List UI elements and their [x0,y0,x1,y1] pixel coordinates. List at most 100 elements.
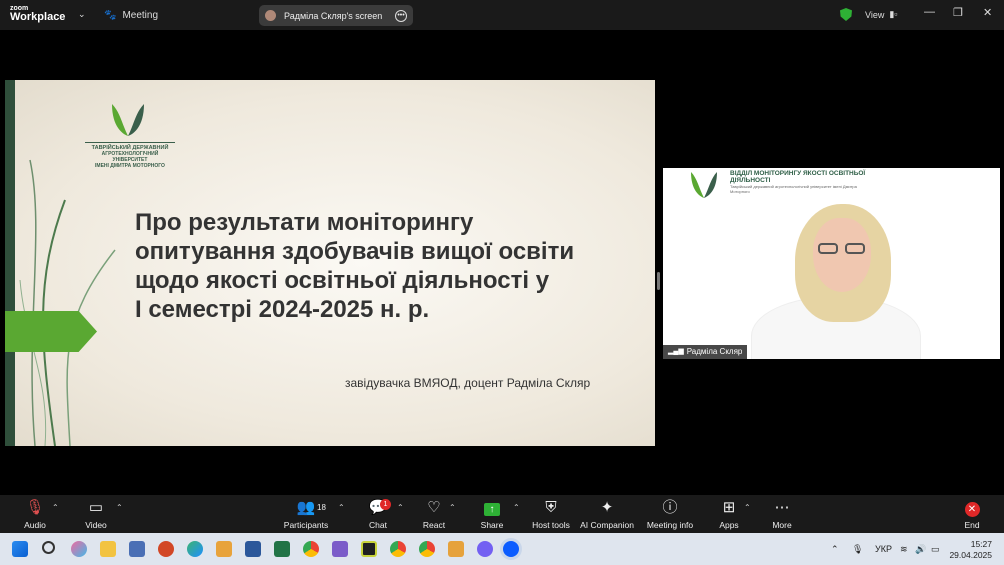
participant-face [813,218,871,292]
security-shield-icon[interactable] [840,8,852,21]
apps-button[interactable]: ⊞ Apps [714,499,744,530]
settings-app-icon[interactable] [129,541,145,557]
volume-icon[interactable]: 🔊 [915,533,926,565]
heart-icon: ♡ [427,499,441,516]
video-button[interactable]: ▭ Video [82,499,110,530]
glasses-right [845,243,865,254]
chrome-profile-2-icon[interactable] [419,541,435,557]
host-tools-label: Host tools [532,520,570,530]
audio-label: Audio [24,520,46,530]
meeting-button[interactable]: 🐾 Meeting [104,7,158,23]
clock-date: 29.04.2025 [949,550,992,560]
video-label: Video [85,520,107,530]
sparkle-icon: ✦ [600,499,614,516]
view-button[interactable]: View ▮▫ [865,9,898,20]
pdf-app-icon[interactable] [448,541,464,557]
grass-decoration [19,159,116,446]
app-icon[interactable] [216,541,232,557]
search-icon[interactable] [42,541,55,554]
paw-icon: 🐾 [104,9,117,21]
more-button[interactable]: ⋯ More [767,499,797,530]
audio-button[interactable]: 🎙 Audio [20,499,50,530]
clock[interactable]: 15:27 29.04.2025 [946,539,992,561]
zoom-taskbar-icon[interactable] [503,541,519,557]
chrome-icon[interactable] [303,541,319,557]
meeting-info-button[interactable]: ⓘ Meeting info [644,499,696,530]
audio-caret-icon[interactable]: ⌃ [52,503,59,512]
brand-bottom: Workplace [10,11,66,23]
slide-title-line: Про результати моніторингу [135,209,474,236]
word-icon[interactable] [245,541,261,557]
department-logo-icon [691,172,717,198]
shield-icon: ⛨ [545,499,557,516]
apps-caret-icon[interactable]: ⌃ [744,503,751,512]
view-grid-icon: ▮▫ [889,9,898,19]
close-icon[interactable]: ✕ [983,6,992,19]
view-label: View [865,9,885,20]
mic-muted-icon: 🎙 [25,499,45,516]
host-tools-button[interactable]: ⛨ Host tools [530,499,572,530]
react-caret-icon[interactable]: ⌃ [449,503,456,512]
participants-caret-icon[interactable]: ⌃ [338,503,345,512]
university-name: ТАВРІЙСЬКИЙ ДЕРЖАВНИЙ АГРОТЕХНОЛОГІЧНИЙ … [85,142,175,169]
chevron-down-icon[interactable]: ⌄ [78,9,86,20]
share-screen-icon: ↑ [476,499,508,519]
language-indicator[interactable]: УКР [875,533,892,565]
more-options-icon[interactable]: ••• [395,9,407,22]
tray-chevron-icon[interactable]: ⌃ [831,533,839,565]
panel-resize-handle[interactable] [657,272,660,290]
save-app-icon[interactable] [332,541,348,557]
edge-icon[interactable] [187,541,203,557]
apps-label: Apps [719,520,739,530]
shared-slide: ТАВРІЙСЬКИЙ ДЕРЖАВНИЙ АГРОТЕХНОЛОГІЧНИЙ … [5,80,655,446]
share-label-toolbar: Share [480,520,504,530]
clock-time: 15:27 [970,539,992,549]
powerpoint-icon[interactable] [158,541,174,557]
end-label: End [964,520,980,530]
meeting-info-label: Meeting info [646,520,694,530]
chat-badge: 1 [380,499,391,510]
end-button[interactable]: ✕ End [958,499,986,530]
slide-title-line: опитування здобувачів вищої освіти [135,238,575,265]
viber-icon[interactable] [477,541,493,557]
ai-companion-button[interactable]: ✦ AI Companion [580,499,634,530]
avatar [265,10,276,21]
windows-start-icon[interactable] [12,541,28,557]
participant-name: Радміла Скляр [686,347,743,356]
chat-caret-icon[interactable]: ⌃ [397,503,404,512]
chrome-profile-icon[interactable] [390,541,406,557]
department-subtitle: Таврійський державний агротехнологічний … [730,184,857,194]
share-button[interactable]: ↑ Share [476,499,508,530]
screen-share-pill[interactable]: Радміла Скляр's screen ••• [259,5,413,26]
participants-label: Participants [283,520,329,530]
more-icon: ⋯ [774,499,790,516]
meeting-label: Meeting [122,9,159,21]
minimize-icon[interactable]: — [924,6,935,18]
info-icon: ⓘ [662,499,678,516]
uni-line-3: ІМЕНІ ДМИТРА МОТОРНОГО [95,163,165,169]
share-caret-icon[interactable]: ⌃ [513,503,520,512]
excel-icon[interactable] [274,541,290,557]
slide-title-line: І семестрі 2024-2025 н. р. [135,296,430,323]
uni-line-1: ТАВРІЙСЬКИЙ ДЕРЖАВНИЙ [85,142,175,151]
react-button[interactable]: ♡ React [418,499,450,530]
green-arrow-shape [5,311,97,352]
chat-label: Chat [369,520,387,530]
battery-icon[interactable]: ▭ [931,533,940,565]
microphone-tray-icon[interactable]: 🎙 [852,533,863,565]
title-bar: zoom Workplace ⌄ 🐾 Meeting Радміла Скляр… [0,0,1004,30]
restore-icon[interactable]: ❐ [953,6,963,19]
media-app-icon[interactable] [361,541,377,557]
video-caret-icon[interactable]: ⌃ [116,503,123,512]
participants-count: 18 [317,503,326,512]
meeting-toolbar: 🎙 Audio ⌃ ▭ Video ⌃ 👥 Participants 18 ⌃ … [0,495,1004,533]
video-tile[interactable]: ВІДДІЛ МОНІТОРИНГУ ЯКОСТІ ОСВІТНЬОЇ ДІЯЛ… [663,168,1000,359]
copilot-icon[interactable] [71,541,87,557]
dept-line: ДІЯЛЬНОСТІ [730,177,771,184]
end-icon: ✕ [958,499,986,519]
file-explorer-icon[interactable] [100,541,116,557]
share-label: Радміла Скляр's screen [284,10,383,21]
uni-line-2: АГРОТЕХНОЛОГІЧНИЙ УНІВЕРСИТЕТ [101,151,159,163]
wifi-icon[interactable]: ≋ [900,533,908,565]
ai-companion-label: AI Companion [580,520,634,530]
